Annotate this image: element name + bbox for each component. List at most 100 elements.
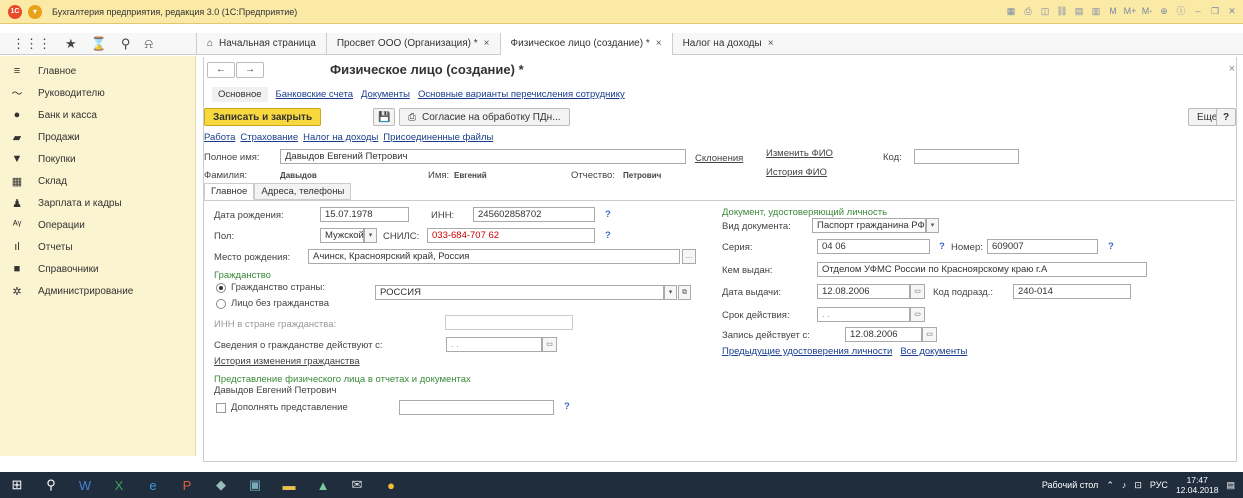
citizen-country-field[interactable]: РОССИЯ (375, 285, 664, 300)
app2-icon[interactable]: ▲ (306, 472, 340, 498)
sidebar-item-salary[interactable]: ♟ Зарплата и кадры (0, 192, 195, 214)
windows-start-icon[interactable]: ⊞ (0, 472, 34, 498)
calc-icon[interactable]: ▤ (1072, 4, 1086, 18)
edge-icon[interactable]: e (136, 472, 170, 498)
declensions-link[interactable]: Склонения (695, 153, 743, 164)
number-field[interactable]: 609007 (987, 239, 1098, 254)
explorer-icon[interactable]: ▬ (272, 472, 306, 498)
sidebar-item-catalogs[interactable]: ■ Справочники (0, 258, 195, 280)
sidebar-item-manager[interactable]: 〜 Руководителю (0, 82, 195, 104)
language-indicator[interactable]: РУС (1150, 480, 1168, 490)
apps-grid-icon[interactable]: ⋮⋮⋮ (12, 36, 51, 52)
issue-date-field[interactable]: 12.08.2006 (817, 284, 910, 299)
subnav-bank-accounts[interactable]: Банковские счета (276, 89, 353, 100)
network-icon[interactable]: ⊡ (1134, 480, 1142, 491)
sidebar-item-purchases[interactable]: ▼ Покупки (0, 148, 195, 170)
code-field[interactable] (914, 149, 1019, 164)
memory-m-icon[interactable]: M (1106, 4, 1120, 18)
help-question-icon[interactable]: ? (605, 230, 611, 241)
close-tab-icon[interactable]: × (656, 38, 662, 49)
bell-icon[interactable]: ⍾ (144, 36, 153, 52)
search-icon[interactable]: ⚲ (121, 36, 131, 52)
help-question-icon[interactable]: ? (564, 401, 570, 412)
close-tab-icon[interactable]: × (484, 38, 490, 49)
notifications-icon[interactable]: ▤ (1226, 480, 1235, 491)
chevron-up-icon[interactable]: ⌃ (1106, 480, 1114, 491)
change-fio-link[interactable]: Изменить ФИО (766, 148, 833, 159)
sidebar-item-sales[interactable]: ▰ Продажи (0, 126, 195, 148)
inn-field[interactable]: 245602858702 (473, 207, 595, 222)
chevron-down-icon[interactable]: ▾ (364, 228, 377, 243)
mail-icon[interactable]: ✉ (340, 472, 374, 498)
minimize-icon[interactable]: – (1191, 4, 1205, 18)
close-window-icon[interactable]: ✕ (1225, 4, 1239, 18)
sidebar-item-warehouse[interactable]: ▦ Склад (0, 170, 195, 192)
tab-home[interactable]: ⌂ Начальная страница (196, 32, 326, 55)
birthplace-field[interactable]: Ачинск, Красноярский край, Россия (308, 249, 680, 264)
fio-history-link[interactable]: История ФИО (766, 167, 827, 178)
speaker-icon[interactable]: ♪ (1122, 480, 1127, 490)
calendar-icon[interactable]: ▥ (1089, 4, 1103, 18)
citizenship-since-field[interactable]: . . (446, 337, 542, 352)
full-name-field[interactable]: Давыдов Евгений Петрович (280, 149, 686, 164)
memory-minus-icon[interactable]: M- (1140, 4, 1154, 18)
prev-docs-link[interactable]: Предыдущие удостоверения личности (722, 346, 892, 357)
link-work[interactable]: Работа (204, 132, 235, 143)
help-question-icon[interactable]: ? (1108, 241, 1114, 252)
memory-plus-icon[interactable]: M+ (1123, 4, 1137, 18)
save-icon[interactable]: ▣ (238, 472, 272, 498)
close-form-icon[interactable]: × (1229, 63, 1235, 75)
calendar-icon[interactable]: ▭ (910, 284, 925, 299)
tab-organization[interactable]: Просвет ООО (Организация) * × (325, 32, 500, 55)
sidebar-item-reports[interactable]: ıl Отчеты (0, 236, 195, 258)
chevron-down-icon[interactable]: ▾ (664, 285, 677, 300)
preview-icon[interactable]: ◫ (1038, 4, 1052, 18)
calendar-icon[interactable]: ▭ (910, 307, 925, 322)
citizen-of-radio[interactable] (216, 283, 226, 293)
sidebar-item-main[interactable]: ≡ Главное (0, 60, 195, 82)
grid-icon[interactable]: ▦ (1004, 4, 1018, 18)
citizenship-history-link[interactable]: История изменения гражданства (214, 356, 360, 367)
inn-citizenship-field[interactable] (445, 315, 573, 330)
favorites-star-icon[interactable]: ★ (65, 36, 77, 52)
word-icon[interactable]: W (68, 472, 102, 498)
close-tab-icon[interactable]: × (768, 38, 774, 49)
chevron-down-icon[interactable]: ▾ (926, 218, 939, 233)
maximize-icon[interactable]: ❐ (1208, 4, 1222, 18)
subnav-documents[interactable]: Документы (361, 89, 410, 100)
stateless-radio[interactable] (216, 299, 226, 309)
excel-icon[interactable]: X (102, 472, 136, 498)
tab-income-tax[interactable]: Налог на доходы × (671, 32, 784, 55)
clock[interactable]: 17:47 12.04.2018 (1176, 475, 1219, 495)
link-insurance[interactable]: Страхование (240, 132, 298, 143)
append-representation-checkbox[interactable] (216, 403, 226, 413)
tab-individual[interactable]: Физическое лицо (создание) * × (499, 32, 672, 55)
info-icon[interactable]: ⓘ (1174, 4, 1188, 18)
ellipsis-icon[interactable]: … (682, 249, 696, 264)
print-icon[interactable]: ⎙ (1021, 4, 1035, 18)
record-from-field[interactable]: 12.08.2006 (845, 327, 922, 342)
tab-addresses[interactable]: Адреса, телефоны (254, 183, 352, 200)
doc-type-select[interactable]: Паспорт гражданина РФ (812, 218, 926, 233)
main-menu-button[interactable]: ▾ (28, 4, 42, 19)
append-representation-field[interactable] (399, 400, 554, 415)
all-docs-link[interactable]: Все документы (900, 346, 967, 357)
snils-field[interactable]: 033-684-707 62 (427, 228, 595, 243)
sex-select[interactable]: Мужской (320, 228, 364, 243)
series-field[interactable]: 04 06 (817, 239, 930, 254)
app-icon[interactable]: ◆ (204, 472, 238, 498)
save-and-close-button[interactable]: Записать и закрыть (204, 108, 322, 126)
search-icon[interactable]: ⚲ (34, 472, 68, 498)
powerpoint-icon[interactable]: P (170, 472, 204, 498)
dept-code-field[interactable]: 240-014 (1013, 284, 1131, 299)
issued-by-field[interactable]: Отделом УФМС России по Красноярскому кра… (817, 262, 1147, 277)
consent-button[interactable]: ⎙ Согласие на обработку ПДн... (399, 108, 570, 126)
sidebar-item-admin[interactable]: ✲ Администрирование (0, 280, 195, 302)
help-button[interactable]: ? (1216, 108, 1236, 126)
history-icon[interactable]: ⌛ (91, 36, 107, 52)
desktop-label[interactable]: Рабочий стол (1042, 480, 1099, 490)
back-arrow-icon[interactable]: ← (207, 62, 235, 78)
valid-until-field[interactable]: . . (817, 307, 910, 322)
1c-taskbar-icon[interactable]: ● (374, 472, 408, 498)
sidebar-item-operations[interactable]: ᴬᵞ Операции (0, 214, 195, 236)
